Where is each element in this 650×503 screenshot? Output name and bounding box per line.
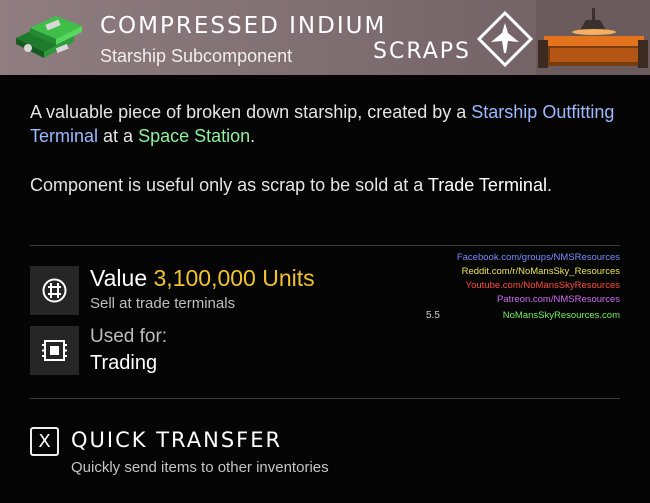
resources-watermark: Facebook.com/groups/NMSResources Reddit.…: [402, 252, 620, 328]
watermark-patreon: Patreon.com/NMSResources: [496, 294, 620, 305]
item-header: COMPRESSED INDIUM Starship Subcomponent …: [0, 0, 650, 75]
trade-terminal-link: Trade Terminal: [427, 175, 547, 195]
starship-diamond-icon: [477, 11, 533, 67]
space-station-link: Space Station: [138, 126, 251, 146]
description-text: A valuable piece of broken down starship…: [30, 102, 472, 122]
item-subtitle: Starship Subcomponent: [100, 46, 293, 66]
used-for-icon-box: [30, 326, 79, 375]
divider: [30, 245, 620, 246]
value-icon-box: [30, 266, 79, 315]
quick-transfer-key-hint[interactable]: X: [30, 427, 59, 456]
item-title: COMPRESSED INDIUM: [100, 13, 387, 39]
watermark-reddit: Reddit.com/r/NoMansSky_Resources: [461, 266, 620, 277]
chip-icon: [42, 340, 67, 361]
units-currency-icon: [42, 278, 67, 303]
description-text: .: [546, 175, 552, 195]
description-paragraph-1: A valuable piece of broken down starship…: [30, 100, 620, 148]
compressed-indium-icon: [16, 16, 82, 58]
quick-transfer-description: Quickly send items to other inventories: [71, 459, 329, 476]
watermark-version: 5.5: [426, 310, 440, 321]
watermark-website: NoMansSkyResources.com: [502, 310, 620, 321]
value-label: Value: [90, 265, 148, 291]
value-subtext: Sell at trade terminals: [90, 295, 236, 312]
category-label: SCRAPS: [373, 39, 472, 64]
used-for-value: Trading: [90, 352, 158, 374]
watermark-youtube: Youtube.com/NoMansSkyResources: [465, 280, 620, 291]
description-text: at a: [98, 126, 139, 146]
used-for-label: Used for:: [90, 326, 168, 347]
value-amount: 3,100,000 Units: [153, 265, 315, 291]
divider: [30, 398, 620, 399]
outfitting-terminal-image: [536, 0, 650, 75]
quick-transfer-button[interactable]: QUICK TRANSFER: [71, 428, 282, 452]
value-line: Value 3,100,000 Units: [90, 265, 315, 292]
watermark-facebook: Facebook.com/groups/NMSResources: [456, 252, 620, 263]
description-text: .: [250, 126, 256, 146]
description-text: Component is useful only as scrap to be …: [30, 175, 428, 195]
description-paragraph-2: Component is useful only as scrap to be …: [30, 173, 620, 197]
